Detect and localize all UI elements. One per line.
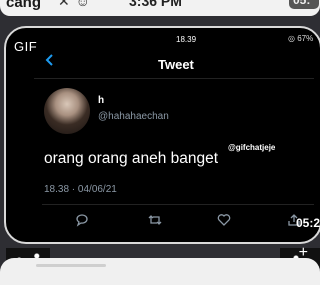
chat-message-header: cang ✕ ☺ 3:36 PM 05: <box>0 0 320 16</box>
nav-title: Tweet <box>158 57 194 72</box>
author-handle[interactable]: @hahahaechan <box>98 111 169 122</box>
tweet-text: orang orang aneh banget <box>44 150 219 167</box>
status-bar-time: 18.39 <box>176 35 197 44</box>
author-display-name[interactable]: h <box>98 95 104 106</box>
tweet-actions <box>6 212 320 232</box>
message-time: 3:36 PM <box>129 0 182 9</box>
gif-badge: GIF <box>14 39 38 54</box>
status-bar-battery: ◎ 67% <box>288 34 314 43</box>
nav-divider <box>34 78 314 79</box>
reply-icon[interactable] <box>74 212 90 228</box>
message-input-bar[interactable]: + <box>0 244 320 285</box>
emoji-reactions: ✕ ☺ <box>58 0 91 9</box>
input-grip <box>36 264 106 267</box>
overlay-time: 05:2 <box>296 216 320 230</box>
gif-tweet-screenshot[interactable]: GIF 18.39 ◎ 67% Tweet h @hahahaechan @gi… <box>4 26 320 244</box>
screenshot: cang ✕ ☺ 3:36 PM 05: GIF 18.39 ◎ 67% Twe… <box>0 0 320 285</box>
watermark: @gifchatjeje <box>228 143 276 152</box>
sender-name: cang <box>6 0 42 11</box>
avatar[interactable] <box>44 88 90 134</box>
retweet-icon[interactable] <box>147 212 163 228</box>
plus-icon[interactable]: + <box>299 244 308 262</box>
message-time-right: 05: <box>289 0 319 9</box>
meta-divider <box>42 204 314 205</box>
like-icon[interactable] <box>216 212 232 228</box>
tweet-timestamp: 18.38 · 04/06/21 <box>44 184 117 195</box>
back-chevron-icon[interactable] <box>42 52 58 68</box>
